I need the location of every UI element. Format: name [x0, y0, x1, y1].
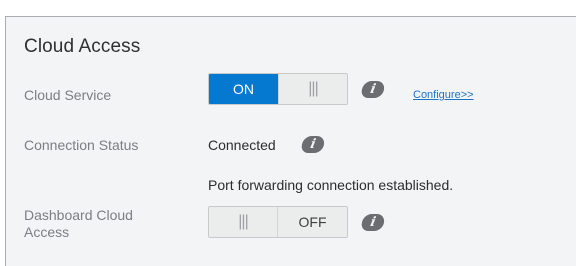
info-icon[interactable]: i: [360, 214, 386, 231]
toggle-handle[interactable]: |||: [278, 74, 347, 104]
toggle-off-segment[interactable]: OFF: [278, 207, 347, 237]
dashboard-label-line2: Access: [24, 224, 70, 240]
info-icon[interactable]: i: [360, 81, 386, 98]
toggle-on-segment[interactable]: ON: [209, 74, 278, 104]
connection-status-value: Connected: [208, 137, 276, 153]
top-strip: [0, 0, 576, 16]
screen: Cloud Access Cloud Service ON ||| i Conf…: [0, 0, 576, 266]
connection-detail-text: Port forwarding connection established.: [208, 177, 454, 193]
configure-link[interactable]: Configure>>: [413, 89, 474, 101]
cloud-access-panel: Cloud Access Cloud Service ON ||| i Conf…: [5, 16, 576, 266]
info-icon[interactable]: i: [300, 136, 326, 153]
connection-status-label: Connection Status: [24, 137, 139, 153]
dashboard-label-line1: Dashboard Cloud: [24, 207, 133, 223]
dashboard-cloud-access-label: Dashboard Cloud Access: [24, 207, 133, 241]
section-title: Cloud Access: [24, 36, 141, 57]
toggle-handle[interactable]: |||: [209, 207, 278, 237]
dashboard-cloud-access-toggle[interactable]: ||| OFF: [208, 206, 348, 238]
cloud-service-toggle[interactable]: ON |||: [208, 73, 348, 105]
cloud-service-label: Cloud Service: [24, 87, 112, 103]
